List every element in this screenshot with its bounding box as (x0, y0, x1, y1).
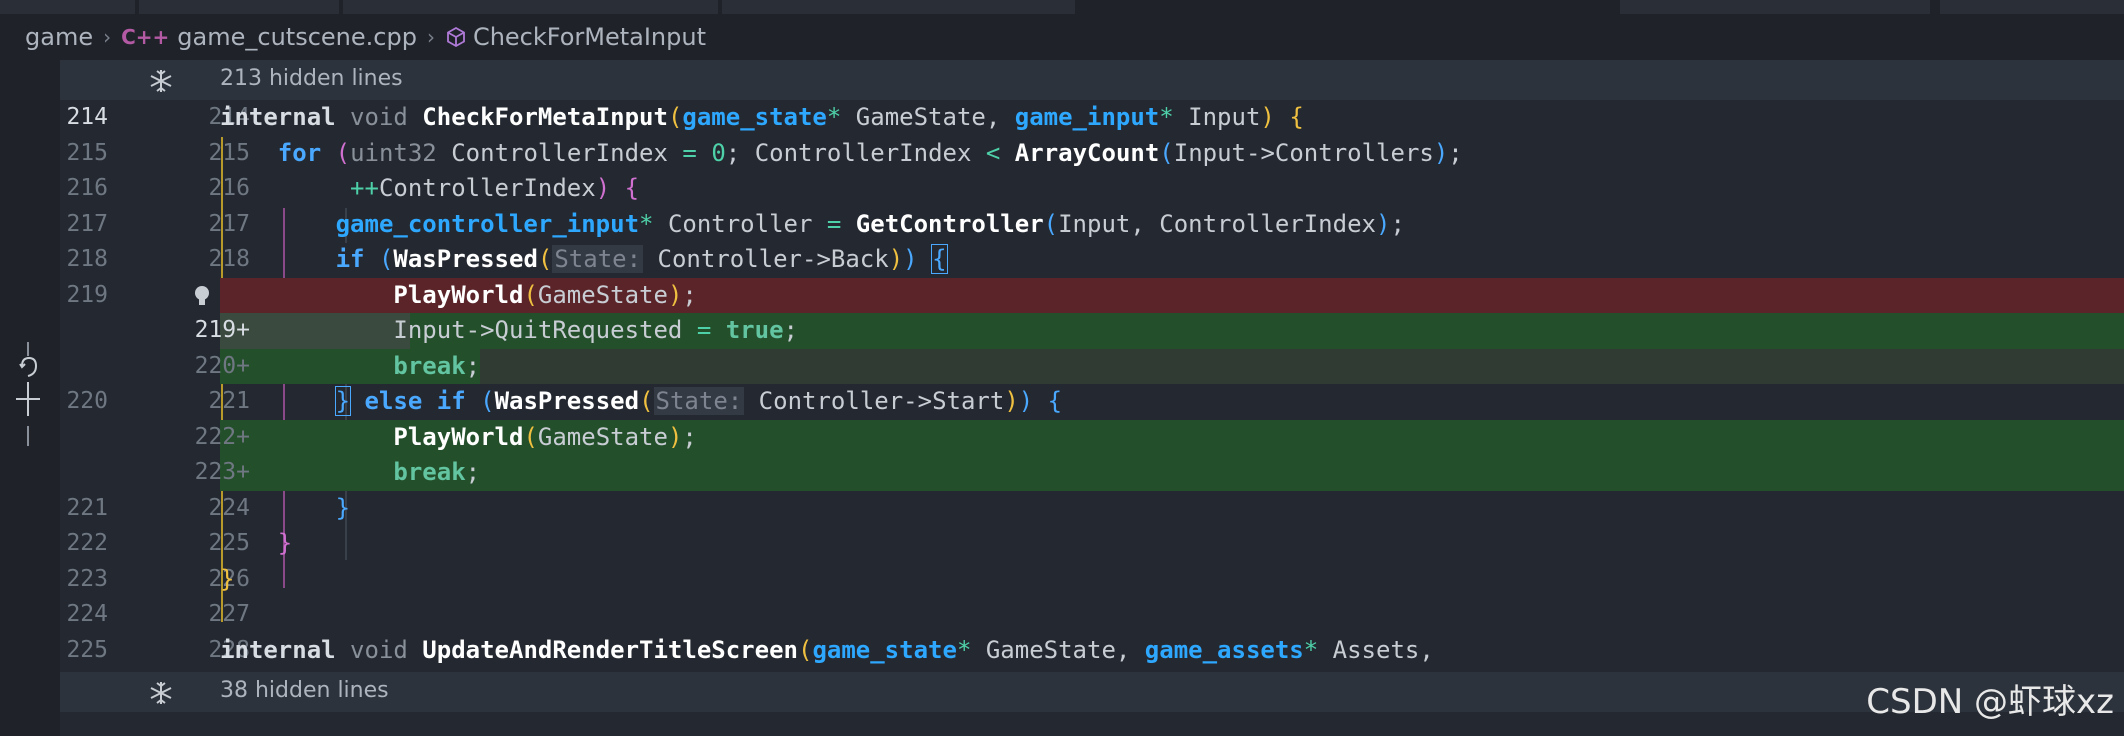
method-cube-icon (445, 26, 467, 48)
stage-hunk-icon[interactable] (14, 386, 44, 416)
code-line[interactable]: 223 226 } (60, 562, 2124, 598)
tab-1[interactable] (0, 0, 135, 14)
tab-5[interactable] (1620, 0, 1930, 14)
code-text: } (277, 529, 293, 557)
watermark: CSDN @虾球xz (1866, 682, 2114, 722)
code-line[interactable]: 217 217 game_controller_input* Controlle… (60, 207, 2124, 243)
code-line[interactable]: 220 221 } else if (WasPressed(State: Con… (60, 384, 2124, 420)
old-line-number: 215 (66, 139, 108, 166)
code-text: internal void CheckForMetaInput(game_sta… (220, 103, 1304, 131)
code-text: } else if (WasPressed(State: Controller-… (334, 386, 1063, 416)
diff-editor[interactable]: 213 hidden lines 214 214 internal void C… (60, 60, 2124, 736)
code-line[interactable]: 216 216 ++ControllerIndex) { (60, 171, 2124, 207)
added-line[interactable]: 219+ Input->QuitRequested = true; (60, 313, 2124, 349)
old-line-number: 223 (66, 565, 108, 592)
code-text: PlayWorld(GameState); (393, 280, 697, 309)
lightbulb-icon[interactable] (192, 284, 212, 312)
inlay-hint: State: (552, 245, 644, 273)
code-text: for (uint32 ControllerIndex = 0; Control… (277, 138, 1463, 167)
old-line-number: 214 (66, 104, 108, 130)
fold-hidden-lines-bottom[interactable]: 38 hidden lines (60, 672, 2124, 712)
cpp-file-icon: C++ (121, 25, 170, 49)
old-line-number (60, 313, 108, 349)
added-line[interactable]: 220+ break; (60, 348, 2124, 385)
code-text: game_controller_input* Controller = GetC… (335, 209, 1405, 238)
fold-label: 213 hidden lines (220, 66, 403, 91)
code-text: ++ControllerIndex) { (350, 174, 640, 202)
new-line-number: 227 (208, 601, 250, 627)
old-line-number: 225 (66, 636, 108, 663)
code-text: PlayWorld(GameState); (393, 422, 697, 451)
old-line-number: 220 (66, 388, 108, 414)
code-line[interactable]: 225 228 internal void UpdateAndRenderTit… (60, 633, 2124, 669)
code-text: Input->QuitRequested = true; (393, 316, 798, 344)
tab-strip (0, 0, 2124, 14)
fold-label: 38 hidden lines (220, 678, 389, 703)
tab-4[interactable] (722, 0, 1075, 14)
chevron-right-icon: › (426, 25, 435, 49)
old-line-number (60, 455, 108, 491)
code-line[interactable]: 214 214 internal void CheckForMetaInput(… (60, 100, 2124, 136)
old-line-number: 219 (66, 281, 108, 308)
added-line[interactable]: 222+ PlayWorld(GameState); (60, 419, 2124, 456)
old-line-number: 221 (66, 494, 108, 521)
deleted-line[interactable]: 219 PlayWorld(GameState); (60, 277, 2124, 313)
tab-2[interactable] (139, 0, 339, 14)
breadcrumb: game › C++ game_cutscene.cpp › CheckForM… (0, 14, 2124, 60)
breadcrumb-symbol[interactable]: CheckForMetaInput (473, 23, 706, 51)
breadcrumb-file[interactable]: game_cutscene.cpp (177, 23, 417, 51)
code-line[interactable]: 218 218 if (WasPressed(State: Controller… (60, 242, 2124, 278)
expand-fold-icon[interactable] (148, 680, 174, 712)
tab-3[interactable] (343, 0, 718, 14)
code-text: if (WasPressed(State: Controller->Back))… (335, 244, 948, 274)
fold-hidden-lines-top[interactable]: 213 hidden lines (60, 60, 2124, 100)
old-line-number: 216 (66, 175, 108, 201)
chevron-right-icon: › (103, 25, 112, 49)
old-line-number: 224 (66, 601, 108, 627)
code-text: break; (393, 351, 481, 380)
code-text: break; (393, 458, 481, 486)
revert-hunk-icon[interactable] (14, 356, 44, 380)
code-text: } (220, 564, 235, 593)
code-line[interactable]: 222 225 } (60, 526, 2124, 562)
tab-6[interactable] (1940, 0, 2124, 14)
old-line-number (60, 349, 108, 385)
inlay-hint: State: (653, 387, 745, 415)
old-line-number (60, 420, 108, 456)
expand-fold-icon[interactable] (148, 68, 174, 100)
breadcrumb-folder[interactable]: game (25, 23, 93, 51)
old-line-number: 217 (66, 210, 108, 237)
added-line[interactable]: 223+ break; (60, 455, 2124, 491)
code-text: internal void UpdateAndRenderTitleScreen… (220, 635, 1434, 664)
old-line-number: 218 (66, 246, 108, 272)
left-gutter-strip (0, 60, 60, 736)
code-line[interactable]: 215 215 for (uint32 ControllerIndex = 0;… (60, 136, 2124, 172)
code-line[interactable]: 224 227 (60, 597, 2124, 633)
code-text: } (335, 493, 351, 522)
code-line[interactable]: 221 224 } (60, 491, 2124, 527)
old-line-number: 222 (66, 530, 108, 556)
